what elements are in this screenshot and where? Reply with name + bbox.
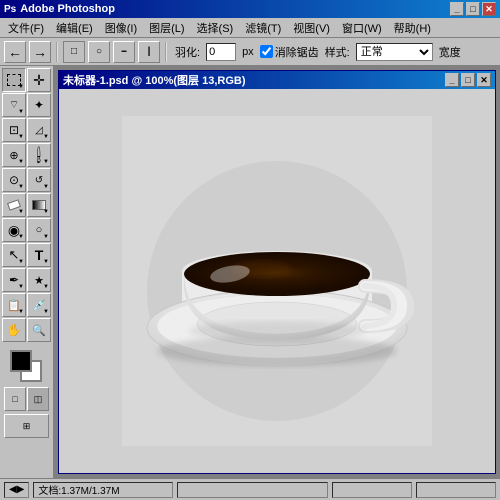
app-icon: Ps [4, 4, 16, 15]
tool-row-9: ✒ ▼ ★ ▼ [2, 268, 51, 292]
tool-row-6: ▼ ▼ [2, 193, 51, 217]
gradient-tool[interactable]: ▼ [27, 193, 51, 217]
standard-mode-button[interactable]: □ [4, 387, 26, 411]
status-arrows: ◀ ▶ [4, 482, 29, 498]
doc-size-status: 文档:1.37M/1.37M [33, 482, 173, 498]
minimize-button[interactable]: _ [450, 2, 464, 16]
style-select[interactable]: 正常 固定长宽比 固定大小 [356, 43, 433, 61]
slice-tool[interactable]: ◿ ▼ [27, 118, 51, 142]
left-toolbar: ▼ ✛ ⌔ ▼ ✦ ⊡ ▼ ◿ ▼ [0, 66, 54, 478]
menu-bar: 文件(F) 编辑(E) 图像(I) 图层(L) 选择(S) 滤镜(T) 视图(V… [0, 18, 500, 38]
feather-unit: px [242, 46, 254, 58]
tool-row-7: ◉ ▼ ○ ▼ [2, 218, 51, 242]
clone-stamp-tool[interactable]: ⊙ ▼ [2, 168, 26, 192]
screen-mode-button[interactable]: ⊞ [4, 414, 49, 438]
crop-tool[interactable]: ⊡ ▼ [2, 118, 26, 142]
blur-tool[interactable]: ◉ ▼ [2, 218, 26, 242]
antialias-label: 消除锯齿 [260, 44, 319, 60]
lasso-tool[interactable]: ⌔ ▼ [2, 93, 26, 117]
doc-close-button[interactable]: ✕ [477, 73, 491, 87]
extra-1 [332, 482, 412, 498]
menu-window[interactable]: 窗口(W) [336, 18, 388, 38]
status-bar: ◀ ▶ 文档:1.37M/1.37M [0, 478, 500, 500]
color-swatches: □ ◫ ⊞ [2, 346, 51, 440]
tool-row-1: ▼ ✛ [2, 68, 51, 92]
doc-restore-button[interactable]: □ [461, 73, 475, 87]
options-toolbar: ← → □ ○ ━ ┃ 羽化: px 消除锯齿 样式: 正常 固定长宽比 固定大… [0, 38, 500, 66]
canvas-image [122, 116, 432, 446]
document-canvas[interactable] [59, 89, 495, 473]
feather-input[interactable] [206, 43, 236, 61]
document-titlebar: 未标器-1.psd @ 100%(图层 13,RGB) _ □ ✕ [59, 71, 495, 89]
rectangular-marquee-tool[interactable]: ▼ [2, 68, 26, 92]
tool-row-4: ⊕ ▼ 🖌 ▼ [2, 143, 51, 167]
zoom-tool[interactable]: 🔍 [27, 318, 51, 342]
ellipse-marquee-btn[interactable]: ○ [88, 41, 110, 63]
left-arrow-icon: ◀ [9, 484, 17, 495]
right-arrow-icon: ▶ [17, 484, 25, 495]
app-title: Adobe Photoshop [20, 3, 115, 15]
hand-tool[interactable]: ✋ [2, 318, 26, 342]
single-col-btn[interactable]: ┃ [138, 41, 160, 63]
magic-wand-tool[interactable]: ✦ [27, 93, 51, 117]
width-label: 宽度 [439, 44, 461, 60]
menu-select[interactable]: 选择(S) [191, 18, 240, 38]
close-button[interactable]: ✕ [482, 2, 496, 16]
canvas-area: 未标器-1.psd @ 100%(图层 13,RGB) _ □ ✕ [54, 66, 500, 478]
healing-brush-tool[interactable]: ⊕ ▼ [2, 143, 26, 167]
history-brush-tool[interactable]: ↺ ▼ [27, 168, 51, 192]
rect-marquee-btn[interactable]: □ [63, 41, 85, 63]
eyedropper-tool[interactable]: 💉 ▼ [27, 293, 51, 317]
antialias-checkbox[interactable] [260, 45, 273, 58]
separator-1 [56, 42, 58, 62]
swatch-container [10, 350, 44, 384]
quick-mask-button[interactable]: ◫ [27, 387, 49, 411]
maximize-button[interactable]: □ [466, 2, 480, 16]
main-area: ▼ ✛ ⌔ ▼ ✦ ⊡ ▼ ◿ ▼ [0, 66, 500, 478]
menu-help[interactable]: 帮助(H) [388, 18, 437, 38]
menu-file[interactable]: 文件(F) [2, 18, 50, 38]
title-bar: Ps Adobe Photoshop _ □ ✕ [0, 0, 500, 18]
style-label: 样式: [325, 44, 350, 60]
menu-filter[interactable]: 滤镜(T) [239, 18, 287, 38]
mode-row: □ ◫ [4, 387, 49, 411]
text-tool[interactable]: T ▼ [27, 243, 51, 267]
menu-view[interactable]: 视图(V) [287, 18, 336, 38]
doc-window-controls: _ □ ✕ [445, 73, 491, 87]
menu-layer[interactable]: 图层(L) [143, 18, 190, 38]
dodge-tool[interactable]: ○ ▼ [27, 218, 51, 242]
screen-mode-row: ⊞ [4, 414, 49, 438]
back-button[interactable]: ← [4, 41, 26, 63]
move-tool[interactable]: ✛ [27, 68, 51, 92]
doc-minimize-button[interactable]: _ [445, 73, 459, 87]
single-row-btn[interactable]: ━ [113, 41, 135, 63]
tool-row-11: ✋ 🔍 [2, 318, 51, 342]
foreground-color-swatch[interactable] [10, 350, 32, 372]
extra-2 [416, 482, 496, 498]
notes-tool[interactable]: 📋 ▼ [2, 293, 26, 317]
custom-shape-tool[interactable]: ★ ▼ [27, 268, 51, 292]
menu-image[interactable]: 图像(I) [99, 18, 143, 38]
menu-edit[interactable]: 编辑(E) [50, 18, 99, 38]
forward-button[interactable]: → [29, 41, 51, 63]
tool-status [177, 482, 328, 498]
tool-row-5: ⊙ ▼ ↺ ▼ [2, 168, 51, 192]
eraser-tool[interactable]: ▼ [2, 193, 26, 217]
separator-2 [165, 42, 167, 62]
document-title: 未标器-1.psd @ 100%(图层 13,RGB) [63, 72, 245, 88]
pen-tool[interactable]: ✒ ▼ [2, 268, 26, 292]
document-window: 未标器-1.psd @ 100%(图层 13,RGB) _ □ ✕ [58, 70, 496, 474]
feather-label: 羽化: [175, 44, 200, 60]
path-selection-tool[interactable]: ↖ ▼ [2, 243, 26, 267]
brush-tool[interactable]: 🖌 ▼ [27, 143, 51, 167]
tool-row-2: ⌔ ▼ ✦ [2, 93, 51, 117]
tool-row-3: ⊡ ▼ ◿ ▼ [2, 118, 51, 142]
tool-row-8: ↖ ▼ T ▼ [2, 243, 51, 267]
tool-row-10: 📋 ▼ 💉 ▼ [2, 293, 51, 317]
